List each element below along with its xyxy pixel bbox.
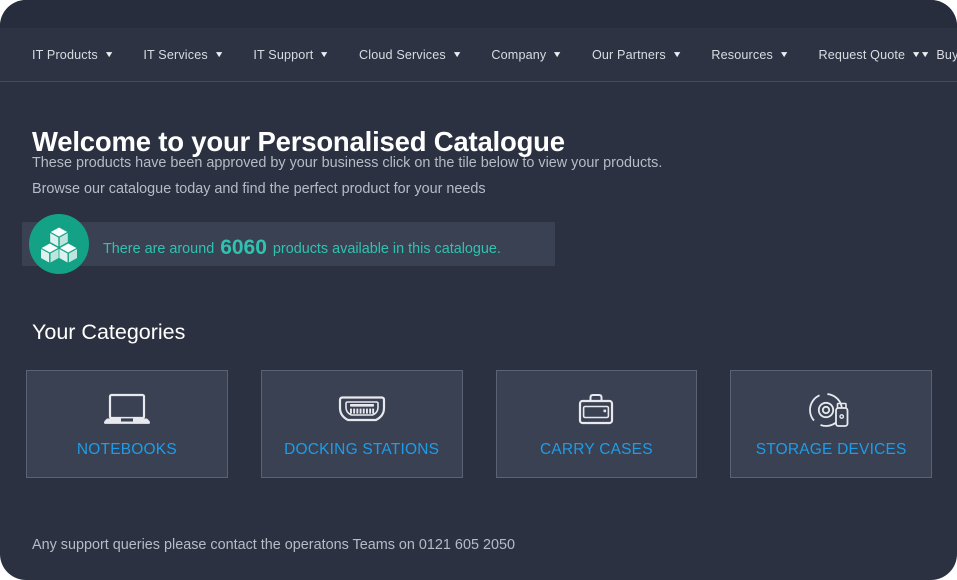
chevron-down-icon: ▼: [672, 50, 683, 59]
nav-item-label: IT Products: [32, 48, 98, 62]
category-tile-label: NOTEBOOKS: [77, 441, 177, 459]
nav-item-label: Resources: [711, 48, 773, 62]
hero-description-line-1: These products have been approved by you…: [32, 155, 662, 171]
category-tile-label: STORAGE DEVICES: [756, 441, 907, 459]
nav-item-company[interactable]: Company ▼: [491, 48, 562, 62]
nav-primary-group: IT Products ▼ IT Services ▼ IT Support ▼…: [0, 48, 921, 62]
category-tile-docking-stations[interactable]: DOCKING STATIONS: [261, 370, 463, 478]
nav-item-label: Request Quote: [819, 48, 906, 62]
product-count-value: 6060: [218, 236, 269, 259]
nav-item-cloud-services[interactable]: Cloud Services ▼: [359, 48, 461, 62]
chevron-down-icon: ▼: [214, 50, 225, 59]
category-tile-storage-devices[interactable]: STORAGE DEVICES: [730, 370, 932, 478]
category-tile-notebooks[interactable]: NOTEBOOKS: [26, 370, 228, 478]
product-count-suffix: products available in this catalogue.: [273, 241, 501, 257]
nav-secondary-group: ▼ Buy ▼ Sell: [921, 48, 957, 62]
support-contact-text: Any support queries please contact the o…: [32, 537, 515, 553]
nav-item-it-products[interactable]: IT Products ▼: [32, 48, 113, 62]
page-title: Welcome to your Personalised Catalogue: [32, 126, 565, 158]
product-count-prefix: There are around: [103, 241, 214, 257]
nav-item-label: IT Services: [143, 48, 207, 62]
nav-item-label: Company: [491, 48, 546, 62]
port-connector-icon: [334, 389, 390, 431]
nav-item-label: Cloud Services: [359, 48, 446, 62]
disc-usb-icon: [804, 389, 858, 431]
category-tile-carry-cases[interactable]: CARRY CASES: [496, 370, 698, 478]
nav-item-label: Buy: [936, 48, 957, 62]
main-navigation-bar: IT Products ▼ IT Services ▼ IT Support ▼…: [0, 28, 957, 82]
app-window: IT Products ▼ IT Services ▼ IT Support ▼…: [0, 0, 957, 580]
nav-item-our-partners[interactable]: Our Partners ▼: [592, 48, 681, 62]
chevron-down-icon: ▼: [552, 50, 563, 59]
chevron-down-icon: ▼: [319, 50, 330, 59]
boxes-icon: [29, 214, 89, 274]
nav-item-request-quote[interactable]: Request Quote ▼: [819, 48, 921, 62]
chevron-down-icon: ▼: [920, 50, 931, 59]
top-strip: [0, 0, 957, 28]
chevron-down-icon: ▼: [104, 50, 115, 59]
category-tile-grid: NOTEBOOKS: [26, 370, 932, 478]
nav-item-label: IT Support: [253, 48, 313, 62]
briefcase-icon: [573, 389, 619, 431]
hero-description-line-2: Browse our catalogue today and find the …: [32, 181, 486, 197]
nav-item-it-support[interactable]: IT Support ▼: [253, 48, 329, 62]
nav-item-resources[interactable]: Resources ▼: [711, 48, 788, 62]
nav-item-label: Our Partners: [592, 48, 666, 62]
chevron-down-icon: ▼: [452, 50, 463, 59]
product-count-text: There are around 6060 products available…: [103, 236, 501, 260]
chevron-down-icon: ▼: [779, 50, 790, 59]
nav-item-it-services[interactable]: IT Services ▼: [143, 48, 223, 62]
categories-heading: Your Categories: [32, 320, 185, 345]
category-tile-label: DOCKING STATIONS: [284, 441, 439, 459]
nav-item-buy[interactable]: ▼ Buy: [921, 48, 957, 62]
category-tile-label: CARRY CASES: [540, 441, 653, 459]
laptop-icon: [100, 389, 154, 431]
